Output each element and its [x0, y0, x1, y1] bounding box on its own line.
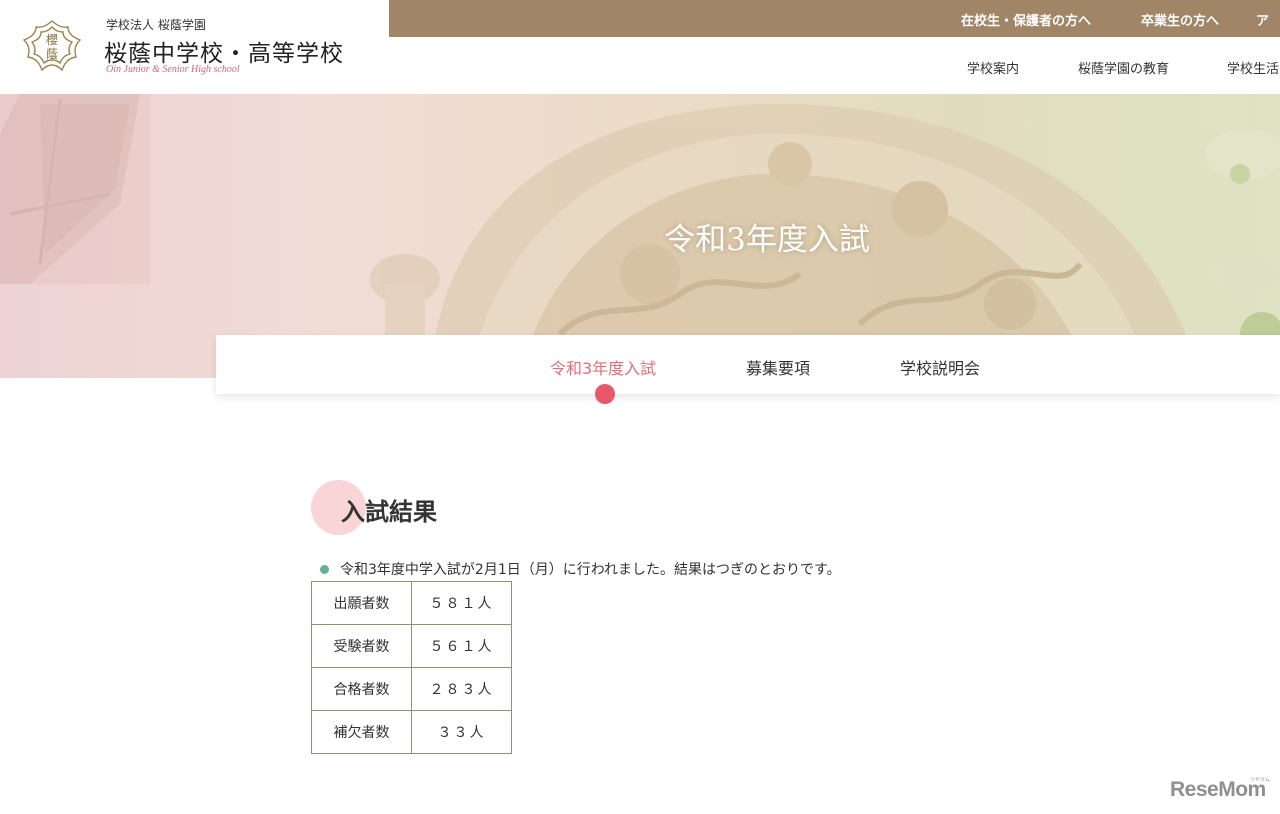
site-logo[interactable]: 櫻 蔭 学校法人 桜蔭学園 桜蔭中学校・高等学校 Oin Junior & Se…	[18, 14, 378, 80]
tab-school-info-session[interactable]: 学校説明会	[900, 355, 980, 379]
notice-text: 令和3年度中学入試が2月1日（月）に行われました。結果はつぎのとおりです。	[340, 562, 841, 578]
nav-link-alumni[interactable]: 卒業生の方へ	[1141, 10, 1219, 29]
row-label: 補欠者数	[311, 710, 412, 754]
row-value: ５８１人	[411, 581, 512, 625]
row-value: ２８３人	[411, 667, 512, 711]
hero-title: 令和3年度入試	[664, 222, 870, 258]
site-header: 櫻 蔭 学校法人 桜蔭学園 桜蔭中学校・高等学校 Oin Junior & Se…	[0, 0, 1280, 94]
logo-english-name: Oin Junior & Senior High school	[106, 64, 240, 75]
table-row: 出願者数 ５８１人	[311, 581, 512, 625]
logo-school-name: 桜蔭中学校・高等学校	[104, 41, 344, 67]
utility-nav-bar: 在校生・保護者の方へ 卒業生の方へ ア	[389, 0, 1280, 37]
main-nav-education[interactable]: 桜蔭学園の教育	[1078, 58, 1169, 77]
svg-text:蔭: 蔭	[46, 47, 58, 61]
table-row: 受験者数 ５６１人	[311, 624, 512, 668]
row-label: 出願者数	[311, 581, 412, 625]
logo-corporation-name: 学校法人 桜蔭学園	[106, 18, 206, 32]
nav-link-truncated[interactable]: ア	[1256, 10, 1269, 29]
svg-text:櫻: 櫻	[46, 32, 58, 47]
row-value: ３３人	[411, 710, 512, 754]
main-nav-school-guide[interactable]: 学校案内	[967, 58, 1019, 77]
row-value: ５６１人	[411, 624, 512, 668]
section-title: 入試結果	[341, 497, 437, 526]
main-nav-school-life[interactable]: 学校生活	[1227, 58, 1279, 77]
section-heading: 入試結果	[311, 480, 611, 538]
tab-entrance-exam-2021[interactable]: 令和3年度入試	[550, 355, 656, 379]
table-row: 合格者数 ２８３人	[311, 667, 512, 711]
school-emblem-icon: 櫻 蔭	[22, 20, 82, 72]
row-label: 合格者数	[311, 667, 412, 711]
resemom-watermark-ruby: リセマム	[1250, 777, 1271, 783]
table-row: 補欠者数 ３３人	[311, 710, 512, 754]
row-label: 受験者数	[311, 624, 412, 668]
active-tab-indicator	[595, 384, 615, 404]
sub-navigation: 令和3年度入試 募集要項 学校説明会	[216, 335, 1280, 404]
tab-admission-guidelines[interactable]: 募集要項	[746, 355, 810, 379]
bullet-icon	[320, 565, 329, 574]
exam-results-table: 出願者数 ５８１人 受験者数 ５６１人 合格者数 ２８３人 補欠者数 ３３人	[311, 581, 512, 754]
nav-link-students-parents[interactable]: 在校生・保護者の方へ	[961, 10, 1091, 29]
